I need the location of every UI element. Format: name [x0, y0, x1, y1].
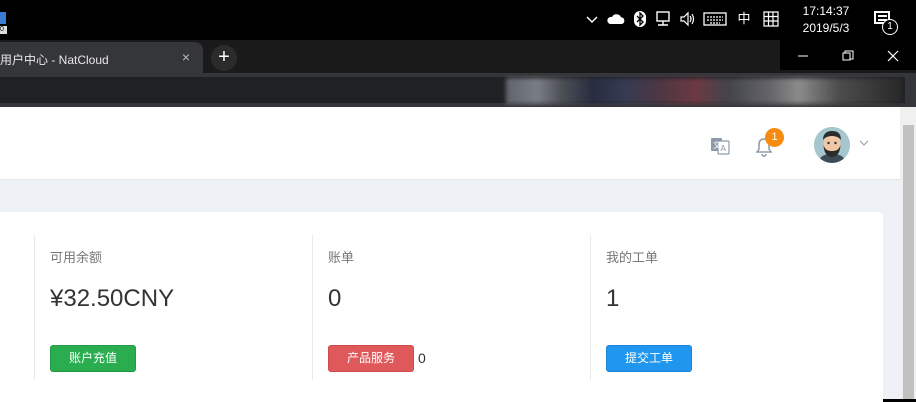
product-services-button[interactable]: 产品服务 — [328, 345, 414, 372]
notification-count: 1 — [882, 19, 898, 35]
stat-value: 1 — [606, 285, 620, 312]
ime-indicator[interactable]: 中 — [735, 11, 753, 27]
chevron-down-icon[interactable] — [859, 139, 869, 147]
taskbar-clock[interactable]: 17:14:37 2019/5/3 — [793, 3, 859, 37]
windows-taskbar: 0 中 17:14:37 2019/5/3 1 — [0, 0, 916, 40]
app-header: 文 A 1 — [0, 107, 900, 180]
new-tab-button[interactable]: + — [211, 45, 237, 71]
bluetooth-icon[interactable] — [633, 11, 647, 27]
clock-time: 17:14:37 — [802, 4, 850, 18]
clock-date: 2019/5/3 — [802, 21, 850, 35]
stat-label: 账单 — [328, 250, 355, 265]
volume-icon[interactable] — [679, 11, 697, 27]
close-window-button[interactable] — [870, 40, 915, 70]
page-viewport: 文 A 1 可用余额 ¥32.50CNY 账户充值 账单 0 产品服务 0 我的… — [0, 107, 916, 402]
stat-tickets: 我的工单 1 提交工单 — [590, 235, 850, 380]
stat-bills: 账单 0 产品服务 0 — [312, 235, 572, 380]
stat-label: 我的工单 — [606, 250, 659, 265]
submit-ticket-button[interactable]: 提交工单 — [606, 345, 692, 372]
ime-grid-icon[interactable] — [762, 11, 780, 27]
svg-text:A: A — [721, 144, 727, 153]
scrollbar-thumb[interactable] — [903, 125, 914, 399]
translate-icon[interactable]: 文 A — [710, 136, 730, 156]
stat-balance: 可用余额 ¥32.50CNY 账户充值 — [34, 235, 294, 380]
recharge-button[interactable]: 账户充值 — [50, 345, 136, 372]
chevron-up-icon[interactable] — [584, 11, 600, 27]
network-icon[interactable] — [654, 11, 672, 27]
minimize-button[interactable] — [780, 40, 825, 70]
stat-value: ¥32.50CNY — [50, 285, 175, 312]
browser-tab-strip: 用户中心 - NatCloud × + — [0, 40, 916, 73]
app-badge: 0 — [0, 26, 7, 34]
blurred-region — [506, 78, 902, 104]
onedrive-cloud-icon[interactable] — [606, 11, 626, 27]
stat-label: 可用余额 — [50, 250, 103, 265]
app-icon-graphic — [0, 12, 6, 24]
restore-button[interactable] — [825, 40, 870, 70]
notification-badge: 1 — [765, 128, 784, 147]
keyboard-icon[interactable] — [703, 11, 727, 27]
stat-value: 0 — [328, 285, 342, 312]
action-center-icon[interactable]: 1 — [872, 10, 900, 35]
product-services-count: 0 — [418, 350, 426, 366]
taskbar-app-icon[interactable]: 0 — [0, 4, 9, 34]
window-controls — [780, 40, 916, 70]
avatar[interactable] — [814, 127, 850, 163]
tab-title: 用户中心 - NatCloud — [0, 53, 109, 67]
tab-close-icon[interactable]: × — [178, 49, 194, 65]
browser-tab-active[interactable]: 用户中心 - NatCloud × — [0, 42, 203, 73]
dashboard-stats-card: 可用余额 ¥32.50CNY 账户充值 账单 0 产品服务 0 我的工单 1 提… — [0, 212, 883, 402]
